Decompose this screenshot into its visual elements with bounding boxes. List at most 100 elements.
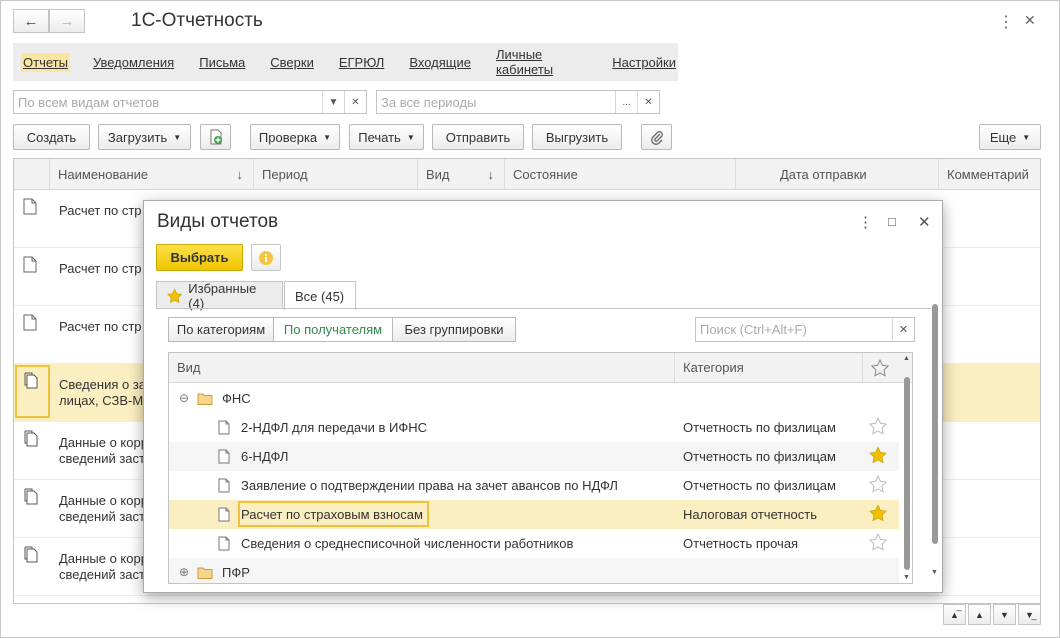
row-name: Данные о корр сведений заст: [59, 435, 148, 467]
ellipsis-icon[interactable]: ...: [615, 91, 637, 113]
star-filled-icon: [167, 288, 183, 303]
column-name-label: Наименование: [58, 167, 149, 182]
tab-all[interactable]: Все (45): [284, 281, 356, 310]
column-kind-label: Вид: [426, 167, 450, 182]
close-icon[interactable]: ✕: [1024, 12, 1036, 29]
dropdown-caret-icon[interactable]: ▼: [322, 91, 344, 113]
collapse-icon[interactable]: ⊖: [179, 391, 189, 405]
clear-icon[interactable]: ✕: [637, 91, 659, 113]
menu-item-reconciliations[interactable]: Сверки: [268, 53, 316, 72]
item-category: Отчетность по физлицам: [683, 449, 836, 464]
menu-item-egrul[interactable]: ЕГРЮЛ: [337, 53, 386, 72]
star-outline-icon[interactable]: [869, 417, 887, 435]
maximize-icon[interactable]: □: [888, 214, 896, 229]
list-item-selected[interactable]: Расчет по страховым взносам Налоговая от…: [169, 500, 899, 529]
column-period[interactable]: Период: [254, 159, 418, 190]
info-button[interactable]: [251, 244, 281, 271]
star-filled-icon[interactable]: [869, 446, 887, 464]
column-category[interactable]: Категория: [675, 353, 863, 383]
expand-icon[interactable]: ⊕: [179, 565, 189, 579]
menu-item-accounts[interactable]: Личные кабинеты: [494, 45, 589, 79]
menu-item-settings[interactable]: Настройки: [610, 53, 678, 72]
load-button[interactable]: Загрузить ▼: [98, 124, 191, 150]
first-page-button[interactable]: ▲̅: [943, 604, 966, 625]
column-name[interactable]: Наименование ↓: [50, 159, 254, 190]
scrollbar-thumb[interactable]: [932, 304, 938, 544]
document-icon: [23, 198, 37, 215]
group-name: ПФР: [222, 565, 250, 580]
column-kind[interactable]: Вид: [169, 353, 675, 383]
attach-button[interactable]: [641, 124, 672, 150]
last-page-button[interactable]: ▼̲: [1018, 604, 1041, 625]
page-title: 1С-Отчетность: [131, 10, 263, 31]
group-row-pfr[interactable]: ⊕ ПФР: [169, 558, 899, 583]
folder-icon: [197, 393, 213, 405]
menu-item-incoming[interactable]: Входящие: [407, 53, 473, 72]
row-name-line1: Данные о корр: [59, 435, 148, 450]
print-button[interactable]: Печать ▼: [349, 124, 424, 150]
row-name-line1: Расчет по стр: [59, 319, 142, 334]
select-button[interactable]: Выбрать: [156, 244, 243, 271]
back-button[interactable]: ←: [13, 9, 49, 33]
group-by-category-button[interactable]: По категориям: [168, 317, 274, 342]
group-row-fns[interactable]: ⊖ ФНС: [169, 384, 899, 413]
scroll-up-icon[interactable]: ▲: [903, 355, 910, 362]
scroll-down-icon[interactable]: ▼: [931, 569, 938, 576]
item-name: Сведения о среднесписочной численности р…: [241, 536, 574, 551]
send-button[interactable]: Отправить: [432, 124, 524, 150]
tab-favorites[interactable]: Избранные (4): [156, 281, 283, 311]
menu-item-notifications[interactable]: Уведомления: [91, 53, 176, 72]
star-filled-icon[interactable]: [869, 504, 887, 522]
row-name-line2: лицах, СЗВ-М: [59, 393, 144, 408]
scroll-down-icon[interactable]: ▼: [903, 574, 910, 581]
column-comment[interactable]: Комментарий: [939, 159, 1040, 190]
document-icon: [218, 536, 230, 551]
star-outline-icon[interactable]: [869, 533, 887, 551]
search-input[interactable]: Поиск (Ctrl+Alt+F) ✕: [695, 317, 915, 342]
no-grouping-button[interactable]: Без группировки: [392, 317, 516, 342]
check-button[interactable]: Проверка ▼: [250, 124, 340, 150]
menu-item-reports[interactable]: Отчеты: [21, 52, 70, 72]
list-item[interactable]: 2-НДФЛ для передачи в ИФНС Отчетность по…: [169, 413, 899, 442]
caret-down-icon: ▼: [406, 132, 415, 142]
period-placeholder: За все периоды: [381, 94, 477, 110]
star-outline-icon[interactable]: [869, 475, 887, 493]
load-label: Загрузить: [107, 129, 168, 145]
item-category: Отчетность по физлицам: [683, 478, 836, 493]
close-icon[interactable]: ✕: [918, 213, 931, 231]
scrollbar-thumb[interactable]: [904, 377, 910, 570]
list-item[interactable]: Заявление о подтверждении права на зачет…: [169, 471, 899, 500]
list-item[interactable]: Сведения о среднесписочной численности р…: [169, 529, 899, 558]
forward-button[interactable]: →: [49, 9, 85, 33]
create-button[interactable]: Создать: [13, 124, 90, 150]
export-button[interactable]: Выгрузить: [532, 124, 622, 150]
last-page-icon: ▼̲: [1025, 609, 1034, 620]
inner-scrollbar[interactable]: ▲ ▼: [903, 355, 911, 581]
dialog-scrollbar[interactable]: ▼: [931, 304, 939, 576]
column-kind[interactable]: Вид ↓: [418, 159, 505, 190]
column-favorite[interactable]: [863, 353, 899, 383]
first-page-icon: ▲̅: [950, 609, 959, 620]
add-file-icon: [210, 129, 222, 145]
clear-icon[interactable]: ✕: [344, 91, 366, 113]
column-send-date[interactable]: Дата отправки: [736, 159, 939, 190]
caret-down-icon: ▼: [323, 132, 332, 142]
period-filter[interactable]: За все периоды ... ✕: [376, 90, 660, 114]
column-state[interactable]: Состояние: [505, 159, 736, 190]
report-kind-placeholder: По всем видам отчетов: [18, 94, 160, 110]
more-vertical-icon[interactable]: ⋮: [998, 12, 1014, 32]
document-icon: [218, 507, 230, 522]
folder-icon: [197, 567, 213, 579]
report-kind-filter[interactable]: По всем видам отчетов ▼ ✕: [13, 90, 367, 114]
item-category: Отчетность прочая: [683, 536, 799, 551]
more-button[interactable]: Еще ▼: [979, 124, 1041, 150]
group-by-recipient-button[interactable]: По получателям: [273, 317, 393, 342]
prev-page-button[interactable]: ▲: [968, 604, 991, 625]
menu-item-letters[interactable]: Письма: [197, 53, 247, 72]
add-file-button[interactable]: [200, 124, 231, 150]
next-page-button[interactable]: ▼: [993, 604, 1016, 625]
clear-search-icon[interactable]: ✕: [892, 318, 914, 341]
more-vertical-icon[interactable]: ⋮: [858, 213, 873, 231]
row-name-line1: Расчет по стр: [59, 261, 142, 276]
list-item[interactable]: 6-НДФЛ Отчетность по физлицам: [169, 442, 899, 471]
